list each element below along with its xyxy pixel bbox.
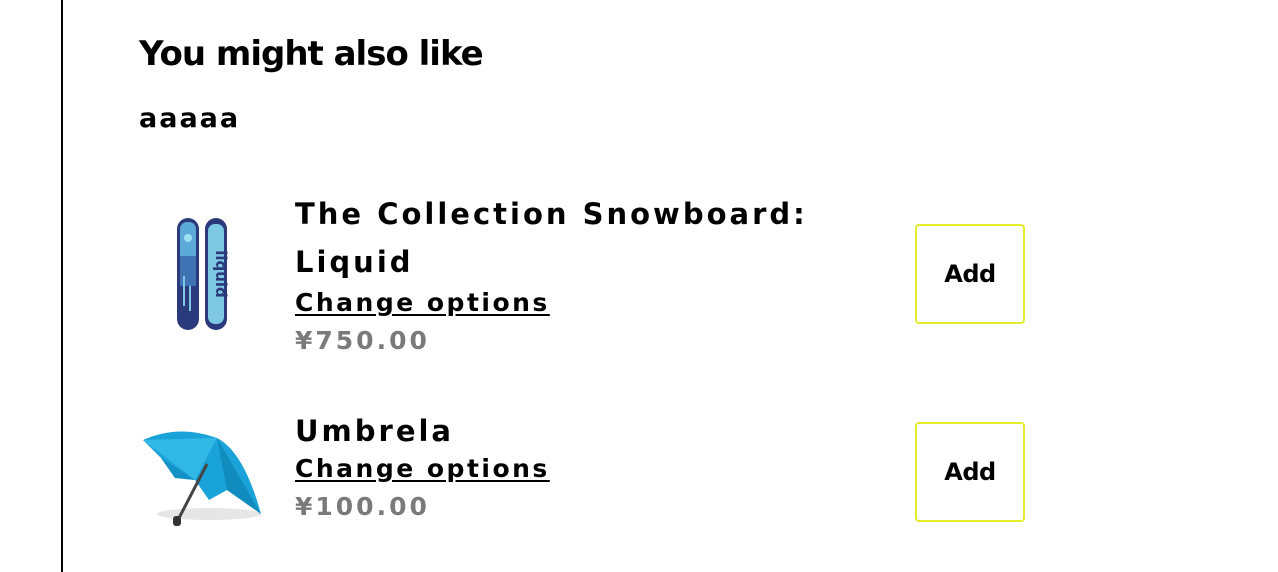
change-options-link[interactable]: Change options <box>295 288 550 318</box>
umbrella-graphic <box>143 431 261 526</box>
recommendations-panel: You might also like aaaaa liquid The Col… <box>0 0 1278 572</box>
product-item: Umbrela Change options ¥100.00 Add <box>139 410 1039 540</box>
product-info: Umbrela Change options ¥100.00 <box>295 410 815 522</box>
snowboard-graphic: liquid <box>177 218 230 330</box>
change-options-link[interactable]: Change options <box>295 454 550 484</box>
product-title[interactable]: The Collection Snowboard: Liquid <box>295 190 815 286</box>
snowboard-image[interactable]: liquid <box>139 216 265 332</box>
svg-text:liquid: liquid <box>212 250 230 298</box>
product-price: ¥750.00 <box>295 326 430 355</box>
umbrella-image[interactable] <box>139 418 265 534</box>
section-heading: You might also like <box>139 34 484 74</box>
product-price: ¥100.00 <box>295 492 430 521</box>
add-button[interactable]: Add <box>915 422 1025 522</box>
product-item: liquid The Collection Snowboard: Liquid … <box>139 190 1039 365</box>
panel-divider <box>61 0 63 572</box>
product-title[interactable]: Umbrela <box>295 410 815 452</box>
product-info: The Collection Snowboard: Liquid Change … <box>295 190 815 356</box>
section-subheading: aaaaa <box>139 103 241 134</box>
add-button[interactable]: Add <box>915 224 1025 324</box>
